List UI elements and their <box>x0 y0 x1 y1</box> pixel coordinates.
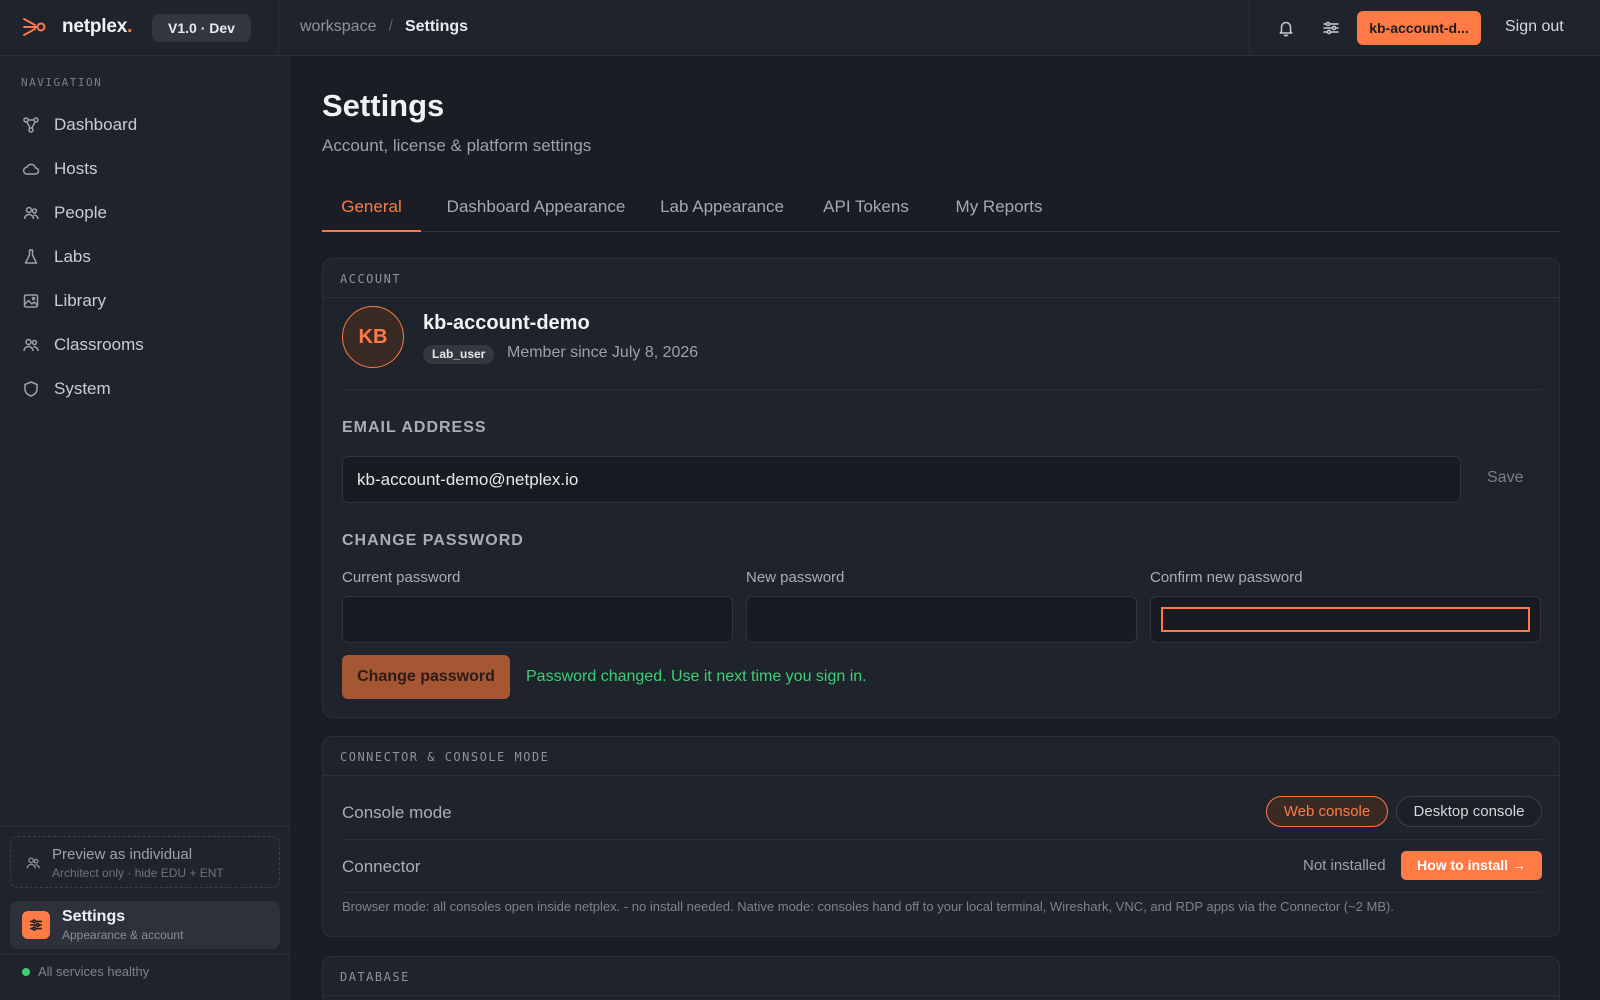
member-since: Member since July 8, 2026 <box>507 344 699 361</box>
new-password-label: New password <box>746 569 845 586</box>
cloud-icon <box>22 160 40 178</box>
database-panel: DATABASE <box>322 956 1560 1000</box>
section-title: CONNECTOR & CONSOLE MODE <box>340 750 550 764</box>
email-field[interactable] <box>342 456 1461 503</box>
sidebar-item-settings[interactable]: Settings Appearance & account <box>10 901 280 949</box>
preview-title: Preview as individual <box>52 846 193 863</box>
netplex-logo-icon <box>22 16 48 38</box>
change-password-button[interactable]: Change password <box>342 655 510 699</box>
breadcrumb: workspace / Settings <box>300 18 468 36</box>
settings-card-title: Settings <box>62 908 126 925</box>
save-email-button[interactable]: Save <box>1487 469 1523 487</box>
sidebar: NAVIGATION Dashboard Hosts People Labs L… <box>0 56 290 1000</box>
divider <box>278 0 279 56</box>
page-title: Settings <box>322 88 445 123</box>
console-mode-label: Console mode <box>342 803 452 822</box>
bell-icon[interactable] <box>1274 16 1298 40</box>
tab-dashboard-appearance[interactable]: Dashboard Appearance <box>441 186 631 232</box>
settings-card-subtitle: Appearance & account <box>62 928 184 942</box>
sidebar-item-label: Dashboard <box>54 115 138 134</box>
divider <box>342 892 1542 893</box>
version-badge: V1.0 · Dev <box>152 14 251 42</box>
role-badge: Lab_user <box>423 345 495 364</box>
account-button[interactable]: kb-account-d... <box>1357 11 1481 45</box>
panel-header: CONNECTOR & CONSOLE MODE <box>323 737 1559 776</box>
sidebar-item-system[interactable]: System <box>22 375 111 403</box>
sidebar-item-label: Classrooms <box>54 335 144 354</box>
top-bar: netplex. V1.0 · Dev workspace / Settings… <box>0 0 1600 56</box>
sidebar-item-library[interactable]: Library <box>22 287 106 315</box>
shield-icon <box>22 380 40 398</box>
panel-header: DATABASE <box>323 957 1559 996</box>
panel-header: ACCOUNT <box>323 259 1559 298</box>
settings-tabs: General Dashboard Appearance Lab Appeara… <box>322 186 1560 232</box>
password-heading: CHANGE PASSWORD <box>342 532 524 549</box>
preview-as-individual-toggle[interactable]: Preview as individual Architect only · h… <box>10 836 280 888</box>
breadcrumb-separator: / <box>388 18 393 35</box>
breadcrumb-current: Settings <box>404 18 469 35</box>
sidebar-item-dashboard[interactable]: Dashboard <box>22 111 137 139</box>
connector-label: Connector <box>342 857 421 876</box>
tab-general[interactable]: General <box>322 186 421 232</box>
account-panel: ACCOUNT KB kb-account-demo Lab_user Memb… <box>322 258 1560 718</box>
status-dot-icon <box>22 967 30 976</box>
sidebar-item-people[interactable]: People <box>22 199 107 227</box>
classroom-icon <box>22 336 40 354</box>
how-to-install-button[interactable]: How to install → <box>1401 851 1542 880</box>
current-password-label: Current password <box>342 569 461 586</box>
confirm-password-field[interactable] <box>1150 596 1541 643</box>
desktop-console-option[interactable]: Desktop console <box>1396 796 1542 827</box>
divider <box>1249 0 1250 56</box>
sidebar-item-label: Labs <box>54 247 91 266</box>
section-title: ACCOUNT <box>340 272 402 286</box>
section-title: DATABASE <box>340 970 410 984</box>
page-subtitle: Account, license & platform settings <box>322 136 592 155</box>
graph-icon <box>22 116 40 134</box>
image-icon <box>22 292 40 310</box>
preview-subtitle: Architect only · hide EDU + ENT <box>52 866 224 880</box>
connector-status: Not installed <box>1303 857 1386 874</box>
divider <box>342 839 1542 840</box>
tab-lab-appearance[interactable]: Lab Appearance <box>650 186 794 232</box>
tab-my-reports[interactable]: My Reports <box>938 186 1060 232</box>
divider <box>0 954 290 955</box>
health-label: All services healthy <box>38 964 150 979</box>
success-message: Password changed. Use it next time you s… <box>526 668 867 685</box>
sign-out-link[interactable]: Sign out <box>1505 18 1564 36</box>
divider <box>0 826 290 827</box>
current-password-field[interactable] <box>342 596 733 643</box>
health-status: All services healthy <box>22 964 149 979</box>
sidebar-item-label: System <box>54 379 111 398</box>
new-password-field[interactable] <box>746 596 1137 643</box>
tab-api-tokens[interactable]: API Tokens <box>813 186 919 232</box>
connector-panel: CONNECTOR & CONSOLE MODE Console mode We… <box>322 736 1560 937</box>
sidebar-item-hosts[interactable]: Hosts <box>22 155 97 183</box>
sliders-icon[interactable] <box>1319 16 1343 40</box>
sidebar-item-label: People <box>54 203 107 222</box>
divider <box>342 389 1542 390</box>
sidebar-item-label: Hosts <box>54 159 98 178</box>
email-heading: EMAIL ADDRESS <box>342 419 487 436</box>
brand-name: netplex. <box>62 16 133 37</box>
nav-heading: NAVIGATION <box>21 76 103 89</box>
flask-icon <box>22 248 40 266</box>
people-icon <box>22 204 40 222</box>
breadcrumb-workspace[interactable]: workspace <box>300 18 376 36</box>
confirm-password-label: Confirm new password <box>1150 569 1303 586</box>
sliders-icon <box>22 911 50 939</box>
people-icon <box>25 855 41 871</box>
web-console-option[interactable]: Web console <box>1266 796 1388 827</box>
brand[interactable]: netplex. <box>22 16 132 38</box>
sidebar-item-classrooms[interactable]: Classrooms <box>22 331 144 359</box>
avatar: KB <box>342 306 404 368</box>
sidebar-item-labs[interactable]: Labs <box>22 243 91 271</box>
console-footnote: Browser mode: all consoles open inside n… <box>342 899 1394 914</box>
sidebar-item-label: Library <box>54 291 106 310</box>
account-name: kb-account-demo <box>423 312 590 334</box>
